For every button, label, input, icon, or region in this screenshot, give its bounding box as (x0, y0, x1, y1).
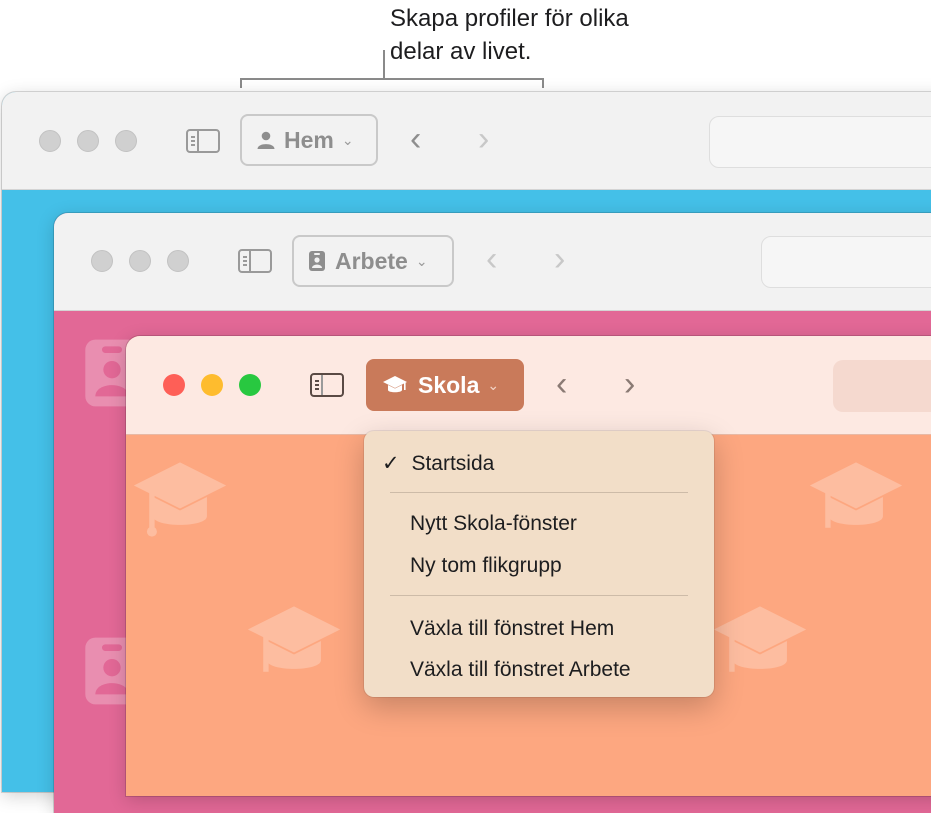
menu-item-switch-to-hem[interactable]: Växla till fönstret Hem (410, 617, 614, 641)
id-badge-icon (309, 251, 325, 271)
graduation-cap-icon (383, 376, 407, 393)
toolbar-arbete: Arbete ⌄ ‹ › (54, 213, 931, 311)
zoom-button[interactable] (239, 374, 261, 396)
checkmark-icon: ✓ (382, 452, 400, 475)
menu-item-new-empty-tab-group[interactable]: Ny tom flikgrupp (410, 554, 562, 578)
forward-button[interactable]: › (624, 367, 635, 401)
close-button[interactable] (39, 130, 61, 152)
close-button[interactable] (91, 250, 113, 272)
menu-separator (390, 595, 688, 596)
zoom-button[interactable] (115, 130, 137, 152)
person-icon (257, 131, 275, 149)
callout-stem (383, 50, 385, 78)
back-button[interactable]: ‹ (486, 242, 497, 276)
address-bar[interactable] (833, 360, 931, 412)
profile-menu: ✓ Startsida Nytt Skola-fönster Ny tom fl… (364, 431, 714, 697)
profile-button-skola[interactable]: Skola ⌄ (366, 359, 524, 411)
minimize-button[interactable] (129, 250, 151, 272)
sidebar-toggle-button[interactable] (310, 373, 344, 397)
zoom-button[interactable] (167, 250, 189, 272)
graduation-cap-icon (809, 462, 903, 528)
minimize-button[interactable] (201, 374, 223, 396)
menu-item-new-skola-window[interactable]: Nytt Skola-fönster (410, 512, 577, 536)
callout-bracket (240, 78, 544, 88)
profile-label: Skola (418, 371, 480, 398)
graduation-cap-icon (247, 606, 341, 672)
close-button[interactable] (163, 374, 185, 396)
profile-label: Hem (284, 126, 334, 153)
back-button[interactable]: ‹ (556, 367, 567, 401)
toolbar-skola: Skola ⌄ ‹ › (126, 336, 931, 435)
callout-line-2: delar av livet. (390, 38, 532, 65)
address-bar[interactable] (761, 236, 931, 288)
chevron-down-icon: ⌄ (341, 131, 354, 148)
menu-item-label: Startsida (411, 452, 495, 475)
forward-button[interactable]: › (554, 242, 565, 276)
chevron-down-icon: ⌄ (487, 376, 500, 393)
sidebar-toggle-button[interactable] (238, 249, 272, 273)
graduation-cap-icon (713, 606, 807, 672)
profile-label: Arbete (335, 247, 408, 274)
graduation-cap-icon (133, 462, 227, 537)
menu-separator (390, 492, 688, 493)
menu-item-startsida[interactable]: ✓ Startsida (382, 451, 494, 476)
minimize-button[interactable] (77, 130, 99, 152)
menu-item-switch-to-arbete[interactable]: Växla till fönstret Arbete (410, 658, 631, 682)
profile-button-arbete[interactable]: Arbete ⌄ (292, 235, 454, 287)
toolbar-hem: Hem ⌄ ‹ › (2, 92, 931, 190)
profile-button-hem[interactable]: Hem ⌄ (240, 114, 378, 166)
sidebar-toggle-button[interactable] (186, 129, 220, 153)
forward-button[interactable]: › (478, 122, 489, 156)
callout-line-1: Skapa profiler för olika (390, 5, 629, 32)
address-bar[interactable] (709, 116, 931, 168)
chevron-down-icon: ⌄ (415, 252, 428, 269)
back-button[interactable]: ‹ (410, 122, 421, 156)
callout-text: Skapa profiler för olika delar av livet. (390, 2, 629, 68)
